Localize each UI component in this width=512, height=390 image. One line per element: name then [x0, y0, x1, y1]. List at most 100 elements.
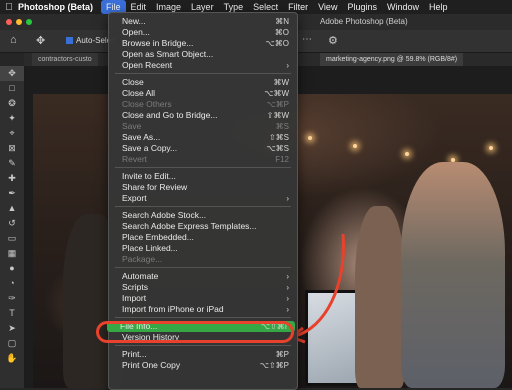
menu-item-place-linked[interactable]: Place Linked...	[109, 243, 297, 254]
menu-item-label: Invite to Edit...	[122, 171, 176, 181]
gear-icon[interactable]: ⚙	[328, 34, 338, 47]
menu-item-label: Share for Review	[122, 182, 188, 192]
menu-item-label: Save a Copy...	[122, 143, 178, 153]
crop-icon[interactable]: ⌖	[0, 126, 24, 141]
menu-item-shortcut: ⌥⌘P	[266, 100, 289, 109]
menu-item-open-as-smart-object[interactable]: Open as Smart Object...	[109, 49, 297, 60]
healing-icon[interactable]: ✚	[0, 171, 24, 186]
app-menu[interactable]: Photoshop (Beta)	[18, 2, 93, 12]
menu-item-shortcut: ⇧⌘W	[266, 111, 289, 120]
menu-item-scripts[interactable]: Scripts ›	[109, 282, 297, 293]
minimize-window-icon[interactable]	[16, 19, 22, 25]
menu-item-shortcut: F12	[275, 155, 289, 164]
path-select-icon[interactable]: ➤	[0, 321, 24, 336]
menu-item-label: Open Recent	[122, 60, 173, 70]
tab-contractors[interactable]: contractors-custo	[32, 53, 98, 66]
window-title: Adobe Photoshop (Beta)	[320, 17, 408, 26]
tab-marketing-agency[interactable]: marketing-agency.png @ 59.8% (RGB/8#)	[320, 53, 464, 66]
rectangle-icon[interactable]: ▢	[0, 336, 24, 351]
menu-item-label: New...	[122, 16, 146, 26]
dodge-icon[interactable]: ◔	[0, 276, 24, 291]
menu-item-shortcut: ⌘S	[275, 122, 289, 131]
menu-separator	[115, 206, 291, 207]
menu-plugins[interactable]: Plugins	[342, 0, 382, 14]
menu-view[interactable]: View	[313, 0, 342, 14]
eraser-icon[interactable]: ▭	[0, 231, 24, 246]
gradient-icon[interactable]: ▦	[0, 246, 24, 261]
apple-icon[interactable]: 	[0, 2, 18, 13]
menu-item-shortcut: ⌘P	[275, 350, 289, 359]
menu-item-label: Save	[122, 121, 142, 131]
menu-item-close[interactable]: Close ⌘W	[109, 77, 297, 88]
menu-separator	[115, 73, 291, 74]
artboard-icon[interactable]: □	[0, 81, 24, 96]
menu-item-print-one-copy[interactable]: Print One Copy ⌥⇧⌘P	[109, 360, 297, 371]
menu-window[interactable]: Window	[382, 0, 424, 14]
menu-item-revert: Revert F12	[109, 154, 297, 165]
window-controls	[6, 19, 32, 25]
move-tool-icon[interactable]: ✥	[36, 34, 45, 47]
menu-item-export[interactable]: Export ›	[109, 193, 297, 204]
home-icon[interactable]: ⌂	[10, 34, 17, 46]
menu-item-shortcut: ⇧⌘S	[268, 133, 289, 142]
menu-item-label: Search Adobe Stock...	[122, 210, 207, 220]
menu-item-invite-to-edit[interactable]: Invite to Edit...	[109, 171, 297, 182]
lasso-icon[interactable]: ❂	[0, 96, 24, 111]
menu-item-shortcut: ⌘N	[275, 17, 289, 26]
arrow-curve	[294, 233, 345, 338]
blur-icon[interactable]: ●	[0, 261, 24, 276]
type-icon[interactable]: T	[0, 306, 24, 321]
menu-item-search-adobe-stock[interactable]: Search Adobe Stock...	[109, 210, 297, 221]
menu-item-shortcut: ⌘W	[273, 78, 289, 87]
menu-item-import[interactable]: Import ›	[109, 293, 297, 304]
menu-item-label: Close Others	[122, 99, 172, 109]
magic-wand-icon[interactable]: ✦	[0, 111, 24, 126]
pen-icon[interactable]: ✑	[0, 291, 24, 306]
menu-item-label: Scripts	[122, 282, 148, 292]
menu-item-label: Browse in Bridge...	[122, 38, 194, 48]
menu-item-shortcut: ⌘O	[274, 28, 289, 37]
menu-item-label: Close All	[122, 88, 156, 98]
menu-item-save-as[interactable]: Save As... ⇧⌘S	[109, 132, 297, 143]
hand-icon[interactable]: ✋	[0, 351, 24, 366]
history-brush-icon[interactable]: ↺	[0, 216, 24, 231]
menu-item-shortcut: ⌥⇧⌘P	[259, 361, 289, 370]
menu-item-label: Import	[122, 293, 147, 303]
menu-item-label: Open...	[122, 27, 150, 37]
menu-item-automate[interactable]: Automate ›	[109, 271, 297, 282]
menu-item-close-and-go-to-bridge[interactable]: Close and Go to Bridge... ⇧⌘W	[109, 110, 297, 121]
menu-item-import-from-iphone-or-ipad[interactable]: Import from iPhone or iPad ›	[109, 304, 297, 315]
menu-item-search-adobe-express-templates[interactable]: Search Adobe Express Templates...	[109, 221, 297, 232]
menu-item-save-a-copy[interactable]: Save a Copy... ⌥⌘S	[109, 143, 297, 154]
menu-item-share-for-review[interactable]: Share for Review	[109, 182, 297, 193]
menu-item-place-embedded[interactable]: Place Embedded...	[109, 232, 297, 243]
frame-icon[interactable]: ⊠	[0, 141, 24, 156]
close-window-icon[interactable]	[6, 19, 12, 25]
menu-item-new[interactable]: New... ⌘N	[109, 16, 297, 27]
menu-item-label: Close	[122, 77, 144, 87]
menu-separator	[115, 267, 291, 268]
move-icon[interactable]: ✥	[0, 66, 24, 81]
menu-item-label: Close and Go to Bridge...	[122, 110, 218, 120]
menu-item-package: Package...	[109, 254, 297, 265]
highlight-ring	[96, 321, 294, 343]
menu-item-open-recent[interactable]: Open Recent ›	[109, 60, 297, 71]
menu-item-browse-in-bridge[interactable]: Browse in Bridge... ⌥⌘O	[109, 38, 297, 49]
menu-separator	[115, 167, 291, 168]
zoom-window-icon[interactable]	[26, 19, 32, 25]
submenu-chevron-icon: ›	[286, 305, 289, 314]
brush-icon[interactable]: ✒	[0, 186, 24, 201]
menu-item-label: Print One Copy	[122, 360, 181, 370]
menu-item-print[interactable]: Print... ⌘P	[109, 349, 297, 360]
menu-item-label: Revert	[122, 154, 148, 164]
menu-item-open[interactable]: Open... ⌘O	[109, 27, 297, 38]
eyedropper-icon[interactable]: ✎	[0, 156, 24, 171]
menu-item-shortcut: ⌥⌘W	[264, 89, 289, 98]
menu-help[interactable]: Help	[424, 0, 453, 14]
menu-item-save: Save ⌘S	[109, 121, 297, 132]
submenu-chevron-icon: ›	[286, 61, 289, 70]
more-options-icon[interactable]: ⋯	[302, 34, 312, 45]
stamp-icon[interactable]: ▲	[0, 201, 24, 216]
menu-item-close-all[interactable]: Close All ⌥⌘W	[109, 88, 297, 99]
tools-panel: ✥ □ ❂ ✦ ⌖ ⊠ ✎ ✚ ✒ ▲ ↺ ▭ ▦ ● ◔ ✑ T ➤ ▢ ✋	[0, 66, 25, 388]
